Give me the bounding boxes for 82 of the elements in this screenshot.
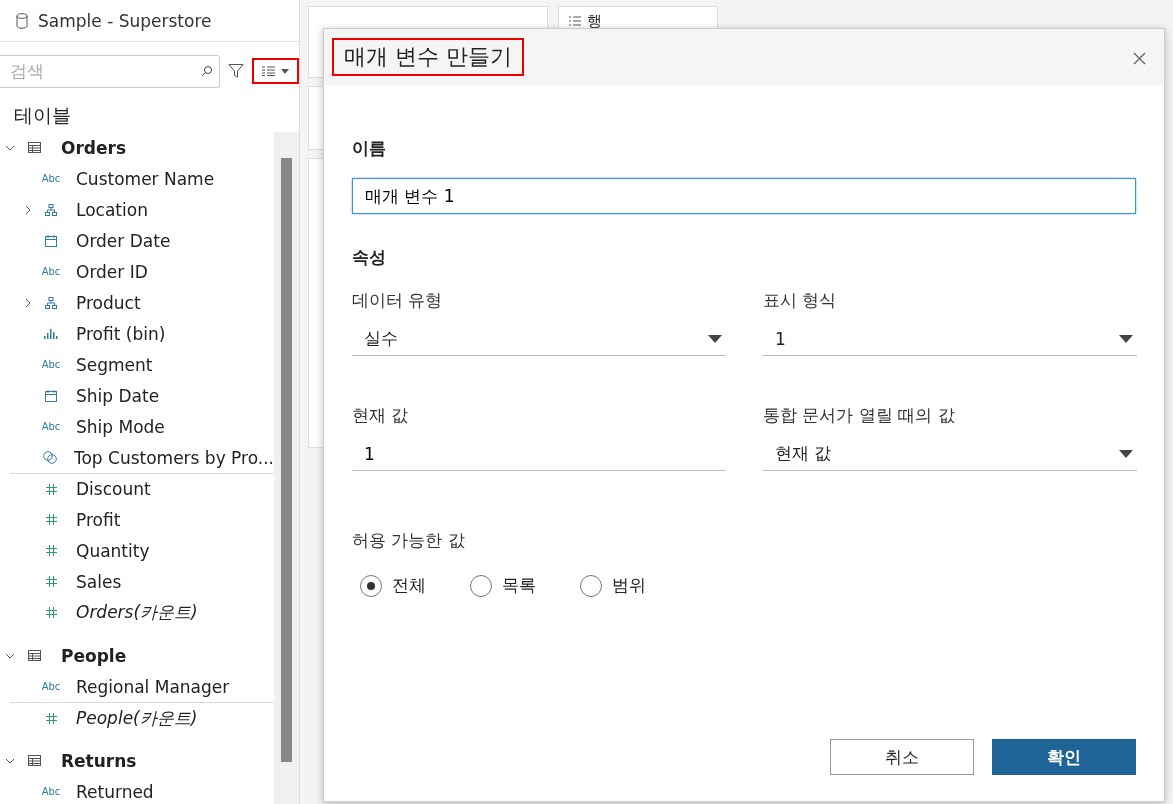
section-heading: 테이블 bbox=[13, 103, 72, 128]
field-name[interactable]: Sales bbox=[76, 571, 122, 592]
caret-icon bbox=[708, 334, 722, 343]
table-icon bbox=[28, 142, 41, 153]
abc-icon: Abc bbox=[36, 681, 66, 692]
cancel-button[interactable]: 취소 bbox=[830, 739, 974, 775]
field-name[interactable]: Top Customers by Pro... bbox=[73, 447, 274, 468]
property-label: 표시 형식 bbox=[763, 289, 838, 312]
table-icon bbox=[28, 755, 41, 766]
chevron-right-icon[interactable] bbox=[25, 204, 31, 215]
section-heading: 속성 bbox=[352, 246, 387, 269]
search-icon bbox=[201, 65, 213, 77]
abc-icon: Abc bbox=[36, 173, 66, 184]
abc-icon: Abc bbox=[36, 421, 66, 432]
property-label: 통합 문서가 열릴 때의 값 bbox=[763, 404, 956, 427]
chevron-down-icon[interactable] bbox=[5, 652, 15, 659]
filter-icon bbox=[228, 63, 244, 79]
field-name[interactable]: People(카운트) bbox=[76, 706, 198, 730]
scrollbar-thumb[interactable] bbox=[281, 158, 292, 762]
field-name[interactable]: Discount bbox=[76, 479, 151, 499]
abc-icon: Abc bbox=[36, 359, 66, 370]
chevron-down-icon[interactable] bbox=[5, 144, 15, 151]
caret-icon bbox=[281, 68, 289, 74]
field-name[interactable]: Profit bbox=[76, 509, 121, 530]
table-name[interactable]: Returns bbox=[61, 750, 137, 771]
hash-icon bbox=[45, 514, 57, 525]
filter-button[interactable] bbox=[226, 61, 246, 81]
calendar-icon bbox=[45, 234, 57, 247]
chevron-down-icon[interactable] bbox=[5, 757, 15, 764]
histogram-icon bbox=[44, 328, 58, 339]
property-label: 데이터 유형 bbox=[352, 289, 444, 312]
field-name[interactable]: Order Date bbox=[76, 230, 171, 251]
list-icon bbox=[569, 16, 581, 26]
field-name[interactable]: Product bbox=[76, 292, 141, 313]
name-input[interactable]: 매개 변수 1 bbox=[352, 178, 1136, 214]
list-icon bbox=[262, 66, 275, 76]
view-options-dropdown[interactable] bbox=[260, 64, 291, 78]
set-icon bbox=[42, 451, 57, 464]
search-field[interactable]: 검색 bbox=[8, 60, 201, 82]
caret-icon bbox=[1119, 334, 1133, 343]
field-name[interactable]: Segment bbox=[76, 354, 153, 375]
field-name[interactable]: Order ID bbox=[76, 261, 148, 282]
hash-icon bbox=[45, 607, 57, 618]
field-label: 이름 bbox=[352, 137, 387, 160]
calendar-icon bbox=[45, 389, 57, 402]
hierarchy-icon bbox=[45, 203, 57, 216]
table-icon bbox=[28, 650, 41, 661]
search-box[interactable]: 검색 bbox=[0, 54, 220, 88]
data-source-name: Sample - Superstore bbox=[38, 10, 212, 31]
field-name[interactable]: Returned bbox=[76, 781, 154, 802]
radio-option[interactable]: 전체 bbox=[360, 574, 426, 597]
radio-option[interactable]: 목록 bbox=[470, 574, 536, 597]
close-icon bbox=[1133, 51, 1146, 65]
database-icon bbox=[16, 12, 28, 29]
caret-icon bbox=[1119, 449, 1133, 458]
hash-icon bbox=[45, 483, 57, 495]
dialog-title: 매개 변수 만들기 bbox=[332, 38, 524, 76]
hash-icon bbox=[45, 712, 57, 724]
shelf-label: 행 bbox=[587, 11, 602, 31]
chevron-right-icon[interactable] bbox=[25, 297, 31, 308]
field-name[interactable]: Customer Name bbox=[76, 168, 215, 189]
table-name[interactable]: People bbox=[61, 645, 127, 666]
select-field[interactable]: 실수 bbox=[352, 322, 726, 356]
field-name[interactable]: Quantity bbox=[76, 540, 150, 561]
field-name[interactable]: Orders(카운트) bbox=[76, 601, 198, 624]
hash-icon bbox=[45, 576, 57, 587]
table-name[interactable]: Orders bbox=[61, 137, 127, 158]
field-name[interactable]: Regional Manager bbox=[76, 676, 230, 697]
field-name[interactable]: Ship Date bbox=[76, 385, 160, 406]
confirm-button[interactable]: 확인 bbox=[992, 739, 1136, 775]
hash-icon bbox=[45, 545, 57, 556]
field-name[interactable]: Profit (bin) bbox=[76, 323, 166, 344]
hierarchy-icon bbox=[45, 296, 57, 309]
radio-option[interactable]: 범위 bbox=[580, 574, 646, 597]
select-field[interactable]: 1 bbox=[763, 322, 1137, 356]
property-label: 현재 값 bbox=[352, 404, 410, 427]
field-name[interactable]: Location bbox=[76, 199, 148, 220]
abc-icon: Abc bbox=[36, 786, 66, 797]
field-name[interactable]: Ship Mode bbox=[76, 416, 165, 437]
select-field[interactable]: 현재 값 bbox=[763, 437, 1137, 471]
abc-icon: Abc bbox=[36, 266, 66, 277]
property-label: 허용 가능한 값 bbox=[352, 529, 466, 552]
